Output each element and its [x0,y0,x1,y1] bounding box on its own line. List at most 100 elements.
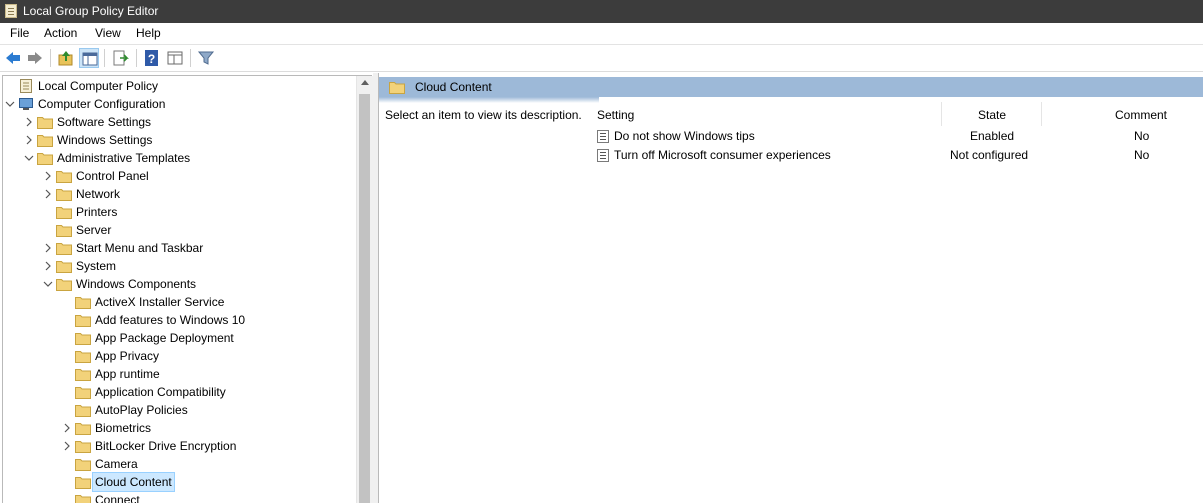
chevron-down-icon[interactable] [43,275,53,293]
tree-item-label: Biometrics [95,421,152,435]
chevron-right-icon[interactable] [43,167,53,185]
svg-text:?: ? [148,52,155,66]
back-icon [6,52,20,64]
folder-icon [75,441,91,453]
forward-button[interactable] [25,48,45,68]
tree-item[interactable]: Local Computer Policy [0,77,355,95]
tree-item[interactable]: Administrative Templates [0,149,355,167]
chevron-right-icon[interactable] [62,437,72,455]
folder-icon [75,369,91,381]
tree-scrollbar[interactable] [356,76,373,503]
title-bar: Local Group Policy Editor [0,0,1203,23]
chevron-right-icon[interactable] [24,131,34,149]
toolbar: ? [0,45,1203,72]
tree-item-label: Server [76,223,112,237]
show-hide-console-tree-button[interactable] [79,48,99,68]
tree-item[interactable]: Computer Configuration [0,95,355,113]
extended-view-button[interactable] [165,48,185,68]
export-list-icon [113,50,129,66]
tree-item[interactable]: BitLocker Drive Encryption [0,437,355,455]
up-folder-button[interactable] [56,48,76,68]
policy-row[interactable]: Turn off Microsoft consumer experiences … [379,146,1203,165]
folder-icon [56,171,72,183]
tree-item-label: Start Menu and Taskbar [76,241,204,255]
tree-item[interactable]: AutoPlay Policies [0,401,355,419]
scroll-up-arrow-icon[interactable] [361,80,369,85]
menu-help[interactable]: Help [136,26,161,40]
tree-item-label: ActiveX Installer Service [95,295,225,309]
toolbar-separator [104,49,105,67]
console-tree[interactable]: Local Computer Policy Computer Configurat… [0,73,373,503]
tree-item[interactable]: Network [0,185,355,203]
chevron-down-icon[interactable] [24,149,34,167]
chevron-right-icon[interactable] [24,113,34,131]
column-header-state[interactable]: State [978,104,1006,126]
folder-icon [37,153,53,165]
tree-item-label: Local Computer Policy [38,79,159,93]
tree-item[interactable]: Server [0,221,355,239]
folder-icon [75,315,91,327]
folder-icon [56,207,72,219]
chevron-right-icon[interactable] [43,185,53,203]
chevron-right-icon[interactable] [43,239,53,257]
menu-bar: File Action View Help [0,23,1203,45]
tree-item-label: AutoPlay Policies [95,403,188,417]
tree-item[interactable]: Windows Components [0,275,355,293]
tree-item-label: App runtime [95,367,160,381]
tree-item-label: Windows Settings [57,133,153,147]
tree-item[interactable]: Control Panel [0,167,355,185]
tree-item[interactable]: App Privacy [0,347,355,365]
policy-setting-name: Do not show Windows tips [614,129,755,143]
toolbar-separator [136,49,137,67]
chevron-right-icon[interactable] [43,257,53,275]
folder-icon [56,279,72,291]
folder-icon [75,405,91,417]
menu-view[interactable]: View [95,26,121,40]
tree-item-label: Printers [76,205,118,219]
help-button[interactable]: ? [142,48,162,68]
computer-icon [19,98,33,110]
chevron-right-icon[interactable] [62,419,72,437]
filter-icon [197,51,215,65]
tree-item[interactable]: App runtime [0,365,355,383]
chevron-down-icon[interactable] [5,95,15,113]
tree-item-label: Network [76,187,121,201]
column-header-comment[interactable]: Comment [1115,104,1167,126]
description-text: Select an item to view its description. [385,108,582,122]
tree-item[interactable]: Cloud Content [0,472,355,492]
folder-icon [37,117,53,129]
folder-icon [75,387,91,399]
folder-icon [56,189,72,201]
tree-item[interactable]: Start Menu and Taskbar [0,239,355,257]
scroll-thumb[interactable] [359,94,370,503]
header-gradient [379,97,599,103]
menu-file[interactable]: File [10,26,29,40]
back-button[interactable] [3,48,23,68]
toolbar-separator [50,49,51,67]
tree-item[interactable]: Application Compatibility [0,383,355,401]
export-list-button[interactable] [110,48,130,68]
tree-item[interactable]: Printers [0,203,355,221]
tree-item[interactable]: ActiveX Installer Service [0,293,355,311]
tree-item[interactable]: Windows Settings [0,131,355,149]
policy-row[interactable]: Do not show Windows tips Enabled No [379,127,1203,146]
policy-doc-icon [5,4,17,18]
column-divider[interactable] [941,102,942,126]
tree-item[interactable]: Connect [0,491,355,503]
tree-item[interactable]: System [0,257,355,275]
up-folder-icon [58,51,73,66]
tree-item[interactable]: Camera [0,455,355,473]
tree-item[interactable]: Add features to Windows 10 [0,311,355,329]
tree-item[interactable]: Software Settings [0,113,355,131]
menu-action[interactable]: Action [44,26,77,40]
tree-item-label: Cloud Content [92,472,175,492]
column-divider[interactable] [1041,102,1042,126]
tree-item[interactable]: Biometrics [0,419,355,437]
tree-item[interactable]: App Package Deployment [0,329,355,347]
policy-state: Enabled [970,129,1015,143]
filter-button[interactable] [196,48,216,68]
column-header-setting[interactable]: Setting [597,104,634,126]
folder-icon [75,423,91,435]
policy-state: Not configured [950,148,1029,162]
window-title: Local Group Policy Editor [23,4,159,18]
